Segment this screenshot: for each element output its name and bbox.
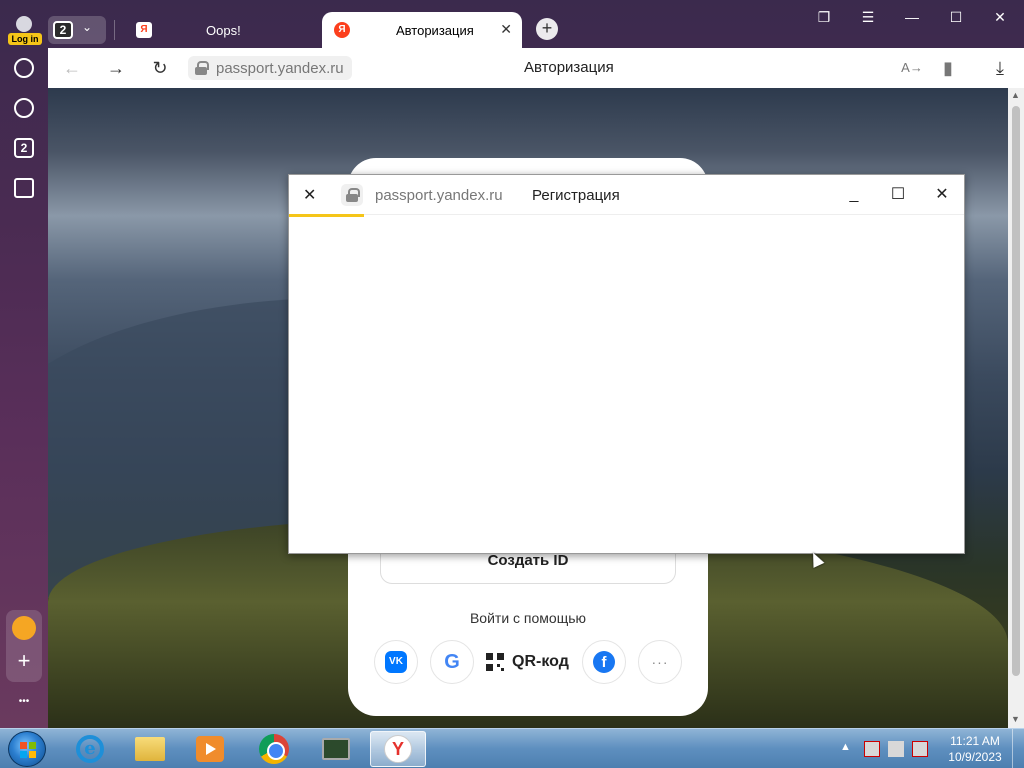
folder-icon — [135, 737, 165, 761]
popup-title: Регистрация — [532, 187, 620, 204]
popup-minimize-icon[interactable]: _ — [842, 183, 866, 207]
mail-app-icon[interactable] — [12, 616, 36, 640]
tab-counter-button[interactable]: 2 ⌄ — [48, 16, 106, 44]
history-button[interactable] — [8, 52, 40, 84]
yandex-favicon-icon: Я — [136, 22, 152, 38]
system-clock[interactable]: 11:21 AM 10/9/2023 — [944, 733, 1006, 765]
clock-time: 11:21 AM — [950, 734, 1000, 748]
google-icon: G — [444, 650, 460, 673]
url-text: passport.yandex.ru — [216, 59, 344, 77]
yandex-browser-icon: Y — [384, 735, 412, 763]
popup-close-window-icon[interactable]: ✕ — [930, 183, 954, 207]
more-icon: ··· — [651, 654, 669, 670]
scroll-thumb[interactable] — [1012, 106, 1020, 676]
user-icon — [16, 16, 32, 32]
chrome-icon — [259, 734, 289, 764]
facebook-login-button[interactable]: f — [582, 640, 626, 684]
popup-maximize-icon[interactable]: ☐ — [886, 183, 910, 207]
sidebar-more-button[interactable]: ••• — [8, 696, 40, 707]
bookmarks-icon[interactable]: ❐ — [813, 6, 835, 28]
back-button[interactable]: ← — [60, 56, 84, 80]
profile-avatar[interactable]: Log in — [6, 12, 42, 46]
windows-logo-icon — [20, 742, 36, 758]
popup-url-text: passport.yandex.ru — [375, 186, 503, 204]
screenshot-button[interactable] — [8, 172, 40, 204]
network-icon[interactable] — [888, 741, 904, 757]
scroll-down-icon[interactable]: ▼ — [1011, 714, 1020, 724]
minimize-icon[interactable]: — — [901, 6, 923, 28]
volume-muted-icon[interactable] — [912, 741, 928, 757]
tab-title: Авторизация — [396, 22, 474, 38]
popup-loading-bar — [289, 214, 364, 217]
tabs-count-icon: 2 — [14, 138, 34, 158]
more-login-options-button[interactable]: ··· — [638, 640, 682, 684]
show-hidden-icons-icon[interactable]: ▲ — [840, 741, 856, 757]
page-title: Авторизация — [524, 59, 614, 76]
clock-date: 10/9/2023 — [948, 750, 1002, 764]
maximize-icon[interactable]: ☐ — [945, 6, 967, 28]
google-login-button[interactable]: G — [430, 640, 474, 684]
sidebar-apps-panel: + — [6, 610, 42, 682]
browser-sidebar: Log in 2 + ••• — [0, 0, 48, 728]
taskbar-yandex-browser[interactable]: Y — [370, 731, 426, 767]
new-tab-button[interactable]: + — [536, 18, 558, 40]
lock-icon[interactable] — [194, 61, 209, 75]
add-app-button[interactable]: + — [6, 648, 42, 674]
play-icon — [14, 98, 34, 118]
tab-oops[interactable]: Я Oops! — [124, 12, 320, 48]
translate-icon[interactable]: A→ — [900, 56, 924, 80]
qr-login-button[interactable]: QR-код — [486, 648, 569, 676]
vk-login-button[interactable]: VK — [374, 640, 418, 684]
tab-close-icon[interactable]: ✕ — [500, 21, 512, 38]
action-center-icon[interactable] — [864, 741, 880, 757]
media-player-icon — [196, 736, 224, 762]
taskbar-chrome[interactable] — [246, 731, 302, 767]
qr-label: QR-код — [512, 653, 569, 670]
windows-taskbar: e Y ▲ 11:21 AM 10/9/2023 — [0, 728, 1024, 768]
tab-count: 2 — [53, 21, 73, 39]
tab-divider — [114, 20, 115, 40]
taskbar-explorer[interactable] — [122, 731, 178, 767]
login-with-label: Войти с помощью — [469, 610, 587, 626]
menu-icon[interactable]: ☰ — [857, 6, 879, 28]
popup-close-icon[interactable]: ✕ — [303, 185, 316, 205]
chevron-down-icon: ⌄ — [82, 20, 93, 34]
taskbar-media-player[interactable] — [182, 731, 238, 767]
popup-lock-button[interactable] — [341, 184, 363, 206]
taskbar-internet-explorer[interactable]: e — [62, 731, 118, 767]
lock-icon — [345, 188, 360, 202]
start-button[interactable] — [8, 731, 46, 767]
tabs-panel-button[interactable]: 2 — [8, 132, 40, 164]
tab-authorization[interactable]: Я Авторизация ✕ — [322, 12, 522, 48]
forward-button[interactable]: → — [104, 56, 128, 80]
reload-button[interactable]: ↻ — [148, 56, 172, 80]
vk-icon: VK — [385, 651, 407, 673]
page-scrollbar[interactable]: ▲ ▼ — [1008, 88, 1024, 728]
login-badge[interactable]: Log in — [8, 33, 42, 45]
taskbar-monitor-app[interactable] — [308, 731, 364, 767]
download-icon[interactable]: ⤓ — [988, 56, 1012, 80]
address-bar: ← → ↻ passport.yandex.ru Авторизация A→ … — [48, 48, 1024, 88]
close-window-icon[interactable]: ✕ — [989, 6, 1011, 28]
bookmark-icon[interactable]: ▮ — [936, 56, 960, 80]
show-desktop-button[interactable] — [1012, 729, 1024, 768]
media-button[interactable] — [8, 92, 40, 124]
system-tray: ▲ — [840, 737, 936, 761]
popup-header: ✕ passport.yandex.ru Регистрация _ ☐ ✕ — [289, 175, 964, 215]
popup-url-field[interactable]: passport.yandex.ru — [341, 183, 503, 207]
qr-code-icon — [486, 653, 504, 671]
url-field[interactable]: passport.yandex.ru — [188, 56, 352, 80]
scroll-up-icon[interactable]: ▲ — [1011, 90, 1020, 100]
camera-icon — [14, 178, 34, 198]
yandex-favicon-icon: Я — [334, 22, 350, 38]
monitor-icon — [322, 738, 350, 760]
clock-icon — [14, 58, 34, 78]
registration-popup-window: ✕ passport.yandex.ru Регистрация _ ☐ ✕ — [288, 174, 965, 554]
internet-explorer-icon: e — [76, 735, 104, 763]
facebook-icon: f — [593, 651, 615, 673]
tab-title: Oops! — [206, 22, 241, 38]
